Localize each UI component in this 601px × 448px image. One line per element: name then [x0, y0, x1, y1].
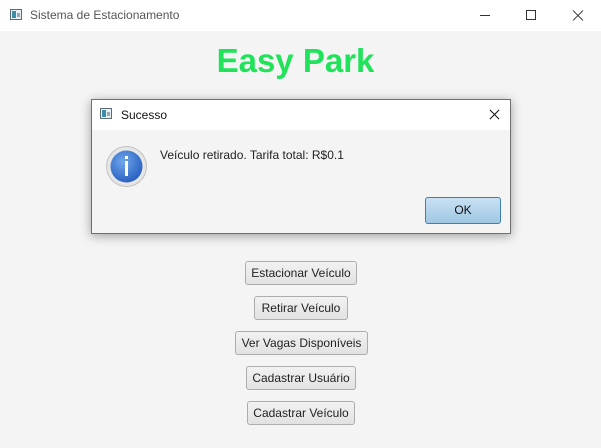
ok-button[interactable]: OK [425, 197, 501, 224]
app-headline: Easy Park [216, 42, 375, 79]
dialog-title: Sucesso [121, 108, 168, 122]
title-bar[interactable]: Sistema de Estacionamento [0, 0, 601, 31]
view-available-spots-button[interactable]: Ver Vagas Disponíveis [235, 331, 368, 355]
app-icon [10, 9, 22, 20]
register-vehicle-button[interactable]: Cadastrar Veículo [247, 401, 355, 425]
window-title: Sistema de Estacionamento [30, 8, 180, 22]
dialog-close-button[interactable] [480, 100, 510, 130]
main-window: Sistema de Estacionamento Easy Park Esta… [0, 0, 601, 448]
success-dialog: Sucesso Veículo retirado. Tarifa total: … [91, 99, 511, 234]
dialog-message: Veículo retirado. Tarifa total: R$0.1 [160, 148, 344, 162]
dialog-app-icon [100, 108, 112, 119]
remove-vehicle-button[interactable]: Retirar Veículo [254, 296, 348, 320]
register-user-button[interactable]: Cadastrar Usuário [246, 366, 356, 390]
close-window-button[interactable] [555, 0, 601, 31]
minimize-button[interactable] [462, 0, 508, 31]
maximize-button[interactable] [508, 0, 554, 31]
information-icon [106, 146, 147, 187]
park-vehicle-button[interactable]: Estacionar Veículo [245, 261, 357, 285]
dialog-title-bar[interactable]: Sucesso [92, 100, 510, 130]
